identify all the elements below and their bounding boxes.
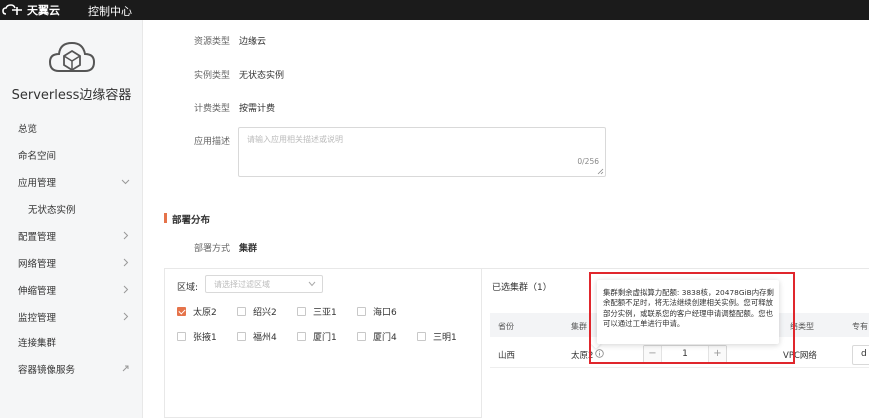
external-link-icon [122, 365, 129, 372]
sidebar-item-label: 命名空间 [18, 151, 57, 162]
checkbox-box[interactable] [237, 307, 246, 316]
region-checkbox-label: 厦门4 [373, 333, 397, 343]
region-filter-placeholder: 请选择过滤区域 [214, 280, 270, 289]
brand-name: 天翼云 [27, 4, 60, 17]
stepper-increment-button[interactable]: + [708, 346, 726, 362]
region-checkbox-taiyuan2[interactable]: 太原2 [177, 305, 217, 318]
instance-count-stepper[interactable]: − 1 + [643, 345, 727, 363]
cell-province: 山西 [498, 351, 516, 361]
instance-type-value: 无状态实例 [239, 71, 285, 81]
sidebar-item-label: 总览 [18, 124, 38, 135]
sidebar-item-stateless-instance[interactable]: 无状态实例 [0, 199, 143, 219]
dedicated-select[interactable]: d [852, 345, 869, 365]
sidebar-item-connect-cluster[interactable]: 连接集群 [0, 332, 143, 352]
region-checkbox-sanming1[interactable]: 三明1 [417, 330, 457, 343]
sidebar-item-label: 配置管理 [18, 232, 57, 243]
cell-cluster: 太原2 [571, 351, 594, 361]
top-bar: 天翼云 控制中心 [0, 0, 869, 20]
checkbox-box[interactable] [357, 332, 366, 341]
instance-type-label: 实例类型 [193, 71, 230, 81]
region-label: 区域: [177, 283, 199, 293]
console-link[interactable]: 控制中心 [88, 3, 132, 19]
cell-network-type: VPC网络 [783, 351, 817, 361]
checkbox-box[interactable] [417, 332, 426, 341]
region-checkbox-label: 三明1 [433, 333, 457, 343]
product-title: Serverless边缘容器 [11, 88, 132, 103]
sidebar-item-label: 应用管理 [18, 178, 57, 189]
checkbox-box[interactable] [297, 332, 306, 341]
description-placeholder: 请输入应用相关描述或说明 [247, 135, 343, 144]
sidebar-item-label: 监控管理 [18, 313, 57, 324]
column-header-province: 省份 [498, 322, 514, 331]
column-header-network-type: 络类型 [790, 322, 814, 331]
region-checkbox-label: 太原2 [193, 308, 217, 318]
deploy-mode-value: 集群 [239, 244, 258, 254]
region-checkbox-label: 绍兴2 [253, 308, 277, 318]
region-checkbox-zhangye1[interactable]: 张掖1 [177, 330, 217, 343]
checkbox-box[interactable] [357, 307, 366, 316]
sidebar-item-label: 无状态实例 [28, 205, 76, 216]
serverless-cloud-icon [48, 41, 96, 72]
sidebar-item-overview[interactable]: 总览 [0, 118, 143, 138]
chevron-right-icon [123, 231, 129, 240]
region-checkbox-haikou6[interactable]: 海口6 [357, 305, 397, 318]
resource-type-label: 资源类型 [193, 37, 230, 47]
stepper-decrement-button[interactable]: − [644, 346, 662, 362]
selected-clusters-title: 已选集群（1） [492, 283, 552, 293]
info-icon[interactable] [595, 349, 604, 358]
region-checkbox-label: 厦门1 [313, 333, 337, 343]
cloud-logo-icon [2, 4, 22, 15]
sidebar-item-label: 网络管理 [18, 259, 57, 270]
column-header-dedicated: 专有 [852, 322, 868, 331]
region-checkbox-label: 福州4 [253, 333, 277, 343]
chevron-right-icon [123, 312, 129, 321]
sidebar-item-app-management[interactable]: 应用管理 [0, 172, 143, 192]
checkbox-box[interactable] [237, 332, 246, 341]
region-checkbox-label: 海口6 [373, 308, 397, 318]
deploy-mode-label: 部署方式 [193, 244, 230, 254]
sidebar-item-container-registry[interactable]: 容器镜像服务 [0, 359, 143, 379]
region-checkbox-shaoxing2[interactable]: 绍兴2 [237, 305, 277, 318]
section-accent-bar [164, 213, 167, 223]
billing-type-label: 计费类型 [193, 104, 230, 114]
sidebar-item-scaling-management[interactable]: 伸缩管理 [0, 280, 143, 300]
billing-type-value: 按需计费 [239, 104, 276, 114]
chevron-down-icon [308, 281, 316, 287]
chevron-right-icon [123, 285, 129, 294]
quota-tooltip: 集群剩余虚拟算力配额: 3838核，20478GiB内存剩余配额不足时，将无法继… [597, 280, 779, 344]
description-textarea[interactable]: 请输入应用相关描述或说明 0/256 [238, 127, 606, 177]
sidebar-item-namespace[interactable]: 命名空间 [0, 145, 143, 165]
chevron-down-icon [121, 179, 130, 185]
section-title-deploy: 部署分布 [172, 215, 211, 226]
tooltip-text: 集群剩余虚拟算力配额: 3838核，20478GiB内存剩余配额不足时，将无法继… [603, 288, 774, 328]
region-checkbox-label: 张掖1 [193, 333, 217, 343]
region-checkbox-fuzhou4[interactable]: 福州4 [237, 330, 277, 343]
sidebar-item-monitor-management[interactable]: 监控管理 [0, 307, 143, 327]
sidebar-item-label: 伸缩管理 [18, 286, 57, 297]
region-checkbox-xiamen1[interactable]: 厦门1 [297, 330, 337, 343]
description-label: 应用描述 [193, 137, 230, 147]
region-checkbox-sanya1[interactable]: 三亚1 [297, 305, 337, 318]
checkbox-box[interactable] [297, 307, 306, 316]
sidebar-item-network-management[interactable]: 网络管理 [0, 253, 143, 273]
brand-logo[interactable]: 天翼云 [2, 2, 60, 18]
sidebar-item-label: 容器镜像服务 [18, 365, 76, 376]
resize-grip-icon[interactable] [597, 168, 604, 175]
chevron-right-icon [123, 258, 129, 267]
sidebar-item-config-management[interactable]: 配置管理 [0, 226, 143, 246]
stepper-value[interactable]: 1 [662, 346, 708, 362]
checkbox-box[interactable] [177, 307, 186, 316]
description-counter: 0/256 [577, 157, 599, 166]
region-checkbox-label: 三亚1 [313, 308, 337, 318]
column-header-cluster: 集群 [571, 322, 587, 331]
region-filter-select[interactable]: 请选择过滤区域 [205, 275, 323, 293]
dedicated-value: d [861, 349, 867, 359]
region-checkbox-xiamen4[interactable]: 厦门4 [357, 330, 397, 343]
checkbox-box[interactable] [177, 332, 186, 341]
sidebar-item-label: 连接集群 [18, 338, 57, 349]
resource-type-value: 边缘云 [239, 37, 267, 47]
